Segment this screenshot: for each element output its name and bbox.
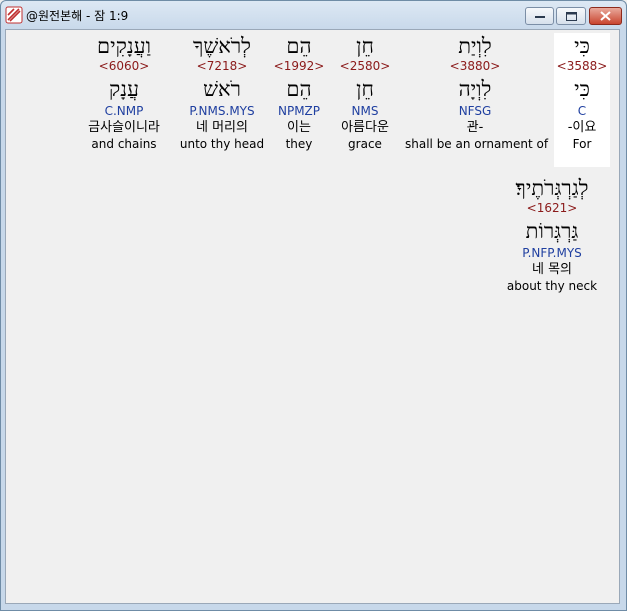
hebrew-word: לְגַרְגְּרֹתֶיךָ׃ <box>515 176 589 200</box>
korean-gloss: 아름다운 <box>341 120 389 135</box>
word-block-1[interactable]: כִּי <3588> כִּי C -이요 For <box>554 33 610 167</box>
close-button[interactable] <box>589 7 622 25</box>
korean-gloss: 관- <box>466 120 484 135</box>
title-bar[interactable]: @원전본해 - 잠 1:9 <box>1 1 626 29</box>
english-gloss: they <box>285 137 313 151</box>
interlinear-panel: כִּי <3588> כִּי C -이요 For לִוְיַת <3880… <box>5 29 620 604</box>
lemma: הֵם <box>286 77 312 101</box>
window-title: @원전본해 - 잠 1:9 <box>26 9 129 23</box>
english-gloss: grace <box>348 137 382 151</box>
morphology-code: NMS <box>351 104 379 118</box>
korean-gloss: 이는 <box>287 120 311 135</box>
strong-number-link[interactable]: <1621> <box>500 201 604 216</box>
strong-number-link[interactable]: <6060> <box>74 59 174 74</box>
hebrew-word: כִּי <box>574 34 590 58</box>
app-window: @원전본해 - 잠 1:9 כִּי <3588> כִּי C -이요 For… <box>0 0 627 611</box>
korean-gloss: -이요 <box>567 120 597 135</box>
morphology-code: P.NFP.MYS <box>522 246 582 260</box>
morphology-code: C <box>577 104 587 118</box>
lemma: חֵן <box>356 77 374 101</box>
morphology-code: NFSG <box>458 104 492 118</box>
app-icon[interactable] <box>5 6 23 24</box>
word-block-7[interactable]: לְגַרְגְּרֹתֶיךָ׃ <1621> גַּרְגְּרוֹת P.… <box>500 175 604 294</box>
word-block-3[interactable]: חֵן <2580> חֵן NMS 아름다운 grace <box>332 33 398 152</box>
strong-number-link[interactable]: <3588> <box>554 59 610 74</box>
morphology-code: P.NMS.MYS <box>189 104 255 118</box>
english-gloss: unto thy head <box>179 137 265 151</box>
strong-number-link[interactable]: <2580> <box>332 59 398 74</box>
minimize-button[interactable] <box>525 7 554 25</box>
lemma: כִּי <box>574 77 590 101</box>
english-gloss: and chains <box>91 137 157 151</box>
morphology-code: NPMZP <box>277 104 321 118</box>
word-block-6[interactable]: וַעֲנָקִים <6060> עֲנָק C.NMP 금사슬이니라 and… <box>74 33 174 152</box>
minimize-icon <box>534 16 545 18</box>
close-icon <box>600 11 611 21</box>
word-block-2[interactable]: לִוְיַת <3880> לִוְיָה NFSG 관- shall be … <box>405 33 549 152</box>
english-gloss: shall be an ornament of <box>405 137 549 151</box>
hebrew-word: לְרֹאשֶׁךָ <box>193 34 251 58</box>
lemma: גַּרְגְּרוֹת <box>525 219 579 243</box>
korean-gloss: 금사슬이니라 <box>88 120 160 135</box>
lemma: עֲנָק <box>109 77 139 101</box>
hebrew-word: וַעֲנָקִים <box>97 34 151 58</box>
lemma: לִוְיָה <box>458 77 492 101</box>
korean-gloss: 네 머리의 <box>196 120 248 135</box>
english-gloss: about thy neck <box>506 279 598 293</box>
lemma: רֹאשׁ <box>203 77 241 101</box>
english-gloss: For <box>572 137 592 151</box>
hebrew-word: חֵן <box>356 34 374 58</box>
word-block-5[interactable]: לְרֹאשֶׁךָ <7218> רֹאשׁ P.NMS.MYS 네 머리의 … <box>178 33 266 152</box>
maximize-icon <box>565 11 577 21</box>
hebrew-word: הֵם <box>286 34 312 58</box>
maximize-button[interactable] <box>556 7 586 25</box>
strong-number-link[interactable]: <7218> <box>178 59 266 74</box>
strong-number-link[interactable]: <3880> <box>405 59 545 74</box>
word-block-4[interactable]: הֵם <1992> הֵם NPMZP 이는 they <box>270 33 328 152</box>
hebrew-word: לִוְיַת <box>458 34 492 58</box>
strong-number-link[interactable]: <1992> <box>270 59 328 74</box>
korean-gloss: 네 목의 <box>531 262 572 277</box>
morphology-code: C.NMP <box>104 104 144 118</box>
